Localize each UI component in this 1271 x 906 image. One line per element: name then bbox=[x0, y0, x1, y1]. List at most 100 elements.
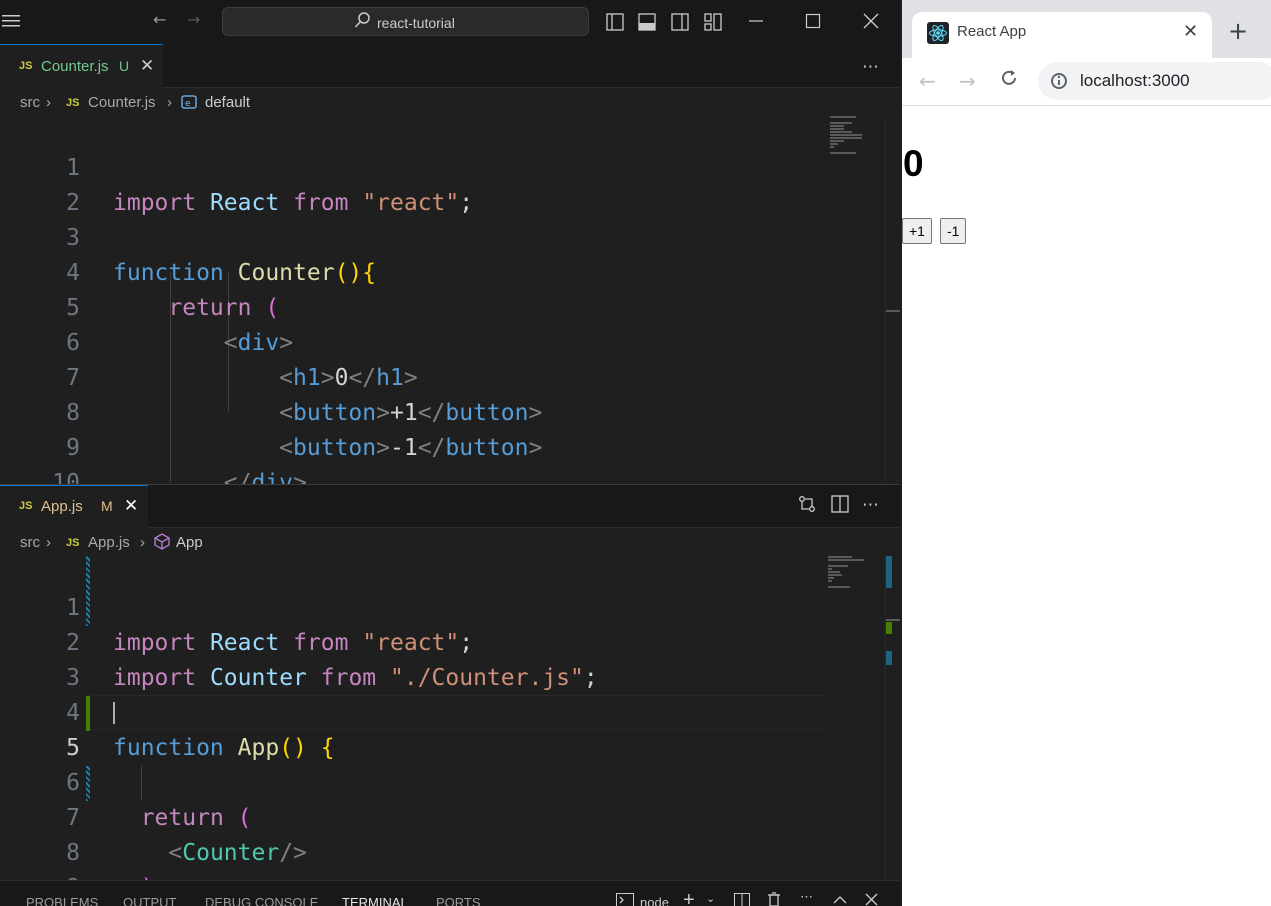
new-terminal-icon[interactable]: + bbox=[683, 889, 695, 906]
code-line: 9 } bbox=[0, 836, 886, 880]
increment-button[interactable]: +1 bbox=[902, 218, 932, 244]
maximize-panel-icon[interactable] bbox=[833, 893, 847, 906]
new-tab-icon[interactable]: + bbox=[1228, 17, 1248, 45]
breadcrumb-folder[interactable]: src bbox=[20, 534, 40, 551]
browser-tab-title: React App bbox=[957, 23, 1027, 40]
search-icon bbox=[354, 12, 370, 28]
decrement-button[interactable]: -1 bbox=[940, 218, 967, 244]
more-actions-icon[interactable]: ⋯ bbox=[800, 889, 813, 905]
code-line: 6 return ( bbox=[0, 731, 886, 831]
tab-filename: App.js bbox=[41, 498, 83, 515]
chevron-right-icon: › bbox=[140, 534, 145, 551]
url-text: localhost:3000 bbox=[1080, 71, 1190, 90]
title-bar: ← → react-tutorial bbox=[0, 0, 900, 44]
more-actions-icon[interactable]: ⋯ bbox=[862, 495, 879, 515]
browser-window: React App ✕ + ← → localhost:3000 0 +1 -1 bbox=[902, 0, 1271, 906]
js-file-icon: JS bbox=[19, 500, 33, 512]
react-logo-icon bbox=[927, 22, 949, 44]
toggle-panel-icon[interactable] bbox=[638, 13, 656, 34]
breadcrumb-file[interactable]: App.js bbox=[88, 534, 130, 551]
code-line: 1 import React from "react"; bbox=[0, 556, 886, 656]
tab-filename: Counter.js bbox=[41, 58, 109, 75]
forward-arrow-icon[interactable]: → bbox=[187, 12, 200, 28]
breadcrumb-folder[interactable]: src bbox=[20, 94, 40, 111]
split-editor-icon[interactable] bbox=[831, 495, 849, 518]
code-line: 7 <Counter/> bbox=[0, 766, 886, 866]
js-file-icon: JS bbox=[66, 97, 80, 109]
more-actions-icon[interactable]: ⋯ bbox=[862, 57, 879, 77]
chevron-down-icon[interactable]: ⌄ bbox=[706, 892, 715, 905]
browser-tabstrip: React App ✕ + bbox=[902, 0, 1271, 58]
back-arrow-icon[interactable]: ← bbox=[919, 69, 936, 93]
trash-icon[interactable] bbox=[767, 892, 781, 906]
chevron-right-icon: › bbox=[167, 94, 172, 111]
js-file-icon: JS bbox=[19, 60, 33, 72]
code-line: 1 import React from "react"; bbox=[0, 116, 886, 216]
terminal-name[interactable]: node bbox=[640, 895, 669, 906]
vertical-scrollbar[interactable] bbox=[885, 116, 900, 484]
code-line: 2 bbox=[0, 151, 886, 216]
close-tab-icon[interactable]: ✕ bbox=[140, 56, 154, 76]
chevron-right-icon: › bbox=[46, 94, 51, 111]
editor-tabbar-top: JS Counter.js U ✕ ⋯ bbox=[0, 44, 900, 88]
close-window-icon[interactable] bbox=[863, 13, 879, 32]
code-line: 7 <button>+1</button> bbox=[0, 326, 886, 426]
menu-icon[interactable] bbox=[2, 14, 20, 31]
symbol-variable-icon: e bbox=[181, 95, 197, 113]
maximize-icon[interactable] bbox=[805, 13, 821, 32]
toggle-secondary-sidebar-icon[interactable] bbox=[671, 13, 689, 34]
code-line: 5 bbox=[0, 696, 886, 761]
browser-toolbar: ← → localhost:3000 bbox=[902, 58, 1271, 106]
code-line: 8 <button>-1</button> bbox=[0, 361, 886, 461]
code-line: 3 bbox=[0, 626, 886, 691]
code-editor-bottom[interactable]: 1 import React from "react"; 2 import Co… bbox=[0, 556, 886, 880]
tab-terminal[interactable]: TERMINAL bbox=[342, 895, 408, 906]
split-terminal-icon[interactable] bbox=[734, 893, 750, 906]
tab-ports[interactable]: PORTS bbox=[436, 895, 481, 906]
svg-text:e: e bbox=[185, 99, 191, 109]
reload-icon[interactable] bbox=[999, 68, 1019, 93]
forward-arrow-icon[interactable]: → bbox=[959, 69, 976, 93]
untracked-badge: U bbox=[119, 58, 130, 74]
modified-badge: M bbox=[101, 498, 113, 514]
close-tab-icon[interactable]: ✕ bbox=[1183, 21, 1198, 42]
minimize-icon[interactable] bbox=[748, 13, 764, 32]
code-line: 11 } bbox=[0, 466, 886, 484]
close-tab-icon[interactable]: ✕ bbox=[124, 496, 138, 516]
command-center-search[interactable]: react-tutorial bbox=[222, 7, 589, 36]
info-icon[interactable] bbox=[1051, 73, 1067, 89]
minimap[interactable] bbox=[828, 556, 868, 589]
chevron-right-icon: › bbox=[46, 534, 51, 551]
symbol-method-icon bbox=[154, 533, 170, 554]
vertical-scrollbar[interactable] bbox=[885, 556, 900, 880]
toggle-primary-sidebar-icon[interactable] bbox=[606, 13, 624, 34]
address-bar[interactable]: localhost:3000 bbox=[1038, 62, 1271, 100]
code-line: 2 import Counter from "./Counter.js"; bbox=[0, 591, 886, 691]
code-line: 3 function Counter(){ bbox=[0, 186, 886, 286]
back-arrow-icon[interactable]: ← bbox=[153, 12, 166, 28]
browser-tab-react-app[interactable]: React App ✕ bbox=[912, 12, 1212, 58]
breadcrumb-symbol[interactable]: App bbox=[176, 534, 203, 551]
minimap[interactable] bbox=[830, 116, 870, 155]
code-editor-top[interactable]: 1 import React from "react"; 2 3 functio… bbox=[0, 116, 886, 484]
breadcrumb-file[interactable]: Counter.js bbox=[88, 94, 156, 111]
tab-problems[interactable]: PROBLEMS bbox=[26, 895, 98, 906]
breadcrumb-bottom: src › JS App.js › App bbox=[0, 528, 900, 556]
tab-output[interactable]: OUTPUT bbox=[123, 895, 176, 906]
breadcrumb-top: src › JS Counter.js › e default bbox=[0, 88, 900, 116]
terminal-icon bbox=[616, 893, 634, 906]
close-panel-icon[interactable] bbox=[865, 893, 878, 906]
js-file-icon: JS bbox=[66, 537, 80, 549]
tab-counter-js[interactable]: JS Counter.js U ✕ bbox=[0, 44, 163, 88]
tab-app-js[interactable]: JS App.js M ✕ bbox=[0, 485, 148, 528]
breadcrumb-symbol[interactable]: default bbox=[205, 94, 250, 111]
search-text: react-tutorial bbox=[377, 15, 455, 31]
counter-heading: 0 bbox=[903, 143, 924, 184]
code-line: 10 ); bbox=[0, 431, 886, 484]
line-number: 9 bbox=[0, 871, 80, 880]
open-changes-icon[interactable] bbox=[798, 495, 816, 518]
code-line: 6 <h1>0</h1> bbox=[0, 291, 886, 391]
customize-layout-icon[interactable] bbox=[704, 13, 722, 34]
tab-debug-console[interactable]: DEBUG CONSOLE bbox=[205, 895, 318, 906]
code-line: 8 ); bbox=[0, 801, 886, 880]
